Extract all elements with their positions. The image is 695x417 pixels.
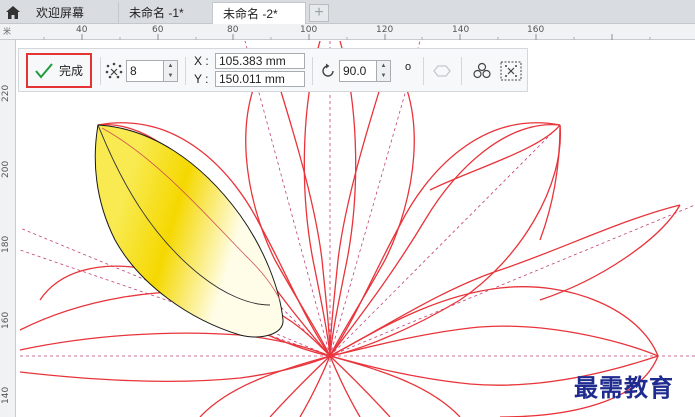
separator bbox=[185, 57, 186, 85]
copy-count-stepper[interactable]: ▲ ▼ bbox=[164, 60, 178, 82]
ruler-label: 60 bbox=[152, 25, 164, 35]
horizontal-ruler[interactable]: 40 60 80 100 120 140 160 bbox=[0, 24, 695, 40]
done-button[interactable]: 完成 bbox=[26, 53, 92, 88]
watermark-text: 最需教育 bbox=[574, 373, 674, 402]
clear-symmetry-icon[interactable] bbox=[499, 60, 523, 82]
ruler-unit-label: 米 bbox=[3, 27, 11, 36]
vertical-ruler[interactable]: 220 200 180 160 140 bbox=[0, 40, 16, 417]
done-label: 完成 bbox=[58, 64, 83, 78]
x-label: X : bbox=[194, 54, 209, 68]
rotation-angle-stepper[interactable]: ▲ ▼ bbox=[377, 60, 391, 82]
separator bbox=[423, 57, 424, 85]
x-position-input[interactable]: 105.383 mm bbox=[215, 53, 305, 69]
ruler-label: 140 bbox=[1, 386, 11, 404]
selected-gradient-petal bbox=[94, 124, 284, 338]
ruler-label: 160 bbox=[527, 25, 545, 35]
tab-welcome-screen[interactable]: 欢迎屏幕 bbox=[26, 2, 114, 24]
y-position-input[interactable]: 150.011 mm bbox=[215, 71, 305, 87]
separator bbox=[100, 57, 101, 85]
ruler-label: 80 bbox=[227, 25, 239, 35]
document-tab-bar: 欢迎屏幕 未命名 -1* 未命名 -2* + bbox=[0, 0, 695, 24]
rotate-icon bbox=[318, 61, 338, 81]
ruler-label: 100 bbox=[300, 25, 318, 35]
tab-untitled-1[interactable]: 未命名 -1* bbox=[118, 2, 210, 24]
ruler-label: 120 bbox=[376, 25, 394, 35]
property-bar: 完成 8 ▲ ▼ X : 105.383 mm Y : 150.011 mm 90… bbox=[18, 48, 528, 92]
ruler-label: 220 bbox=[1, 84, 11, 102]
ruler-label: 140 bbox=[452, 25, 470, 35]
ruler-label: 200 bbox=[1, 160, 11, 178]
mirror-petal-icon[interactable] bbox=[431, 61, 453, 81]
ruler-label: 180 bbox=[1, 235, 11, 253]
copy-count-input[interactable]: 8 bbox=[126, 60, 164, 82]
checkmark-icon bbox=[35, 62, 53, 79]
separator bbox=[461, 57, 462, 85]
rotation-angle-input[interactable]: 90.0 bbox=[339, 60, 377, 82]
drawing-canvas[interactable] bbox=[17, 41, 695, 417]
link-copies-icon[interactable] bbox=[471, 60, 493, 82]
separator bbox=[312, 57, 313, 85]
ruler-label: 160 bbox=[1, 311, 11, 329]
y-label: Y : bbox=[194, 72, 209, 86]
degree-symbol: o bbox=[405, 61, 412, 73]
flower-artwork[interactable] bbox=[17, 41, 695, 417]
tab-untitled-2[interactable]: 未命名 -2* bbox=[212, 2, 306, 24]
ruler-label: 40 bbox=[76, 25, 88, 35]
add-tab-button[interactable]: + bbox=[309, 4, 329, 22]
copy-count-icon bbox=[104, 61, 124, 81]
home-icon[interactable] bbox=[0, 0, 26, 24]
